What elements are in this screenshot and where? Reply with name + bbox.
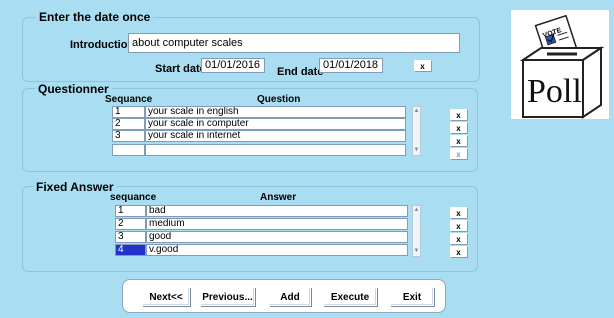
question-row-4-seq[interactable] (112, 144, 145, 156)
answer-row-2-seq[interactable]: 2 (115, 218, 146, 230)
question-row-4-text[interactable] (145, 144, 406, 156)
start-date-label: Start date (155, 63, 206, 75)
previous-button[interactable]: Previous... (200, 287, 255, 306)
question-row-3-seq[interactable]: 3 (112, 130, 145, 142)
answer-row-4-text[interactable]: v.good (146, 244, 408, 256)
answer-row-4-seq[interactable]: 4 (115, 244, 146, 256)
date-section-title: Enter the date once (36, 10, 154, 24)
delete-answer-3-button[interactable]: x (450, 233, 467, 244)
end-date-input[interactable]: 01/01/2018 (319, 58, 383, 73)
next-button[interactable]: Next<< (142, 287, 190, 306)
introduction-label: Introduction (70, 39, 135, 51)
question-row-1-text[interactable]: your scale in english (145, 106, 406, 118)
delete-answer-4-button[interactable]: x (450, 246, 467, 257)
answer-row-3-seq[interactable]: 3 (115, 231, 146, 243)
delete-answer-1-button[interactable]: x (450, 207, 467, 218)
question-header: Question (257, 94, 301, 105)
exit-button[interactable]: Exit (390, 287, 434, 306)
delete-question-1-button[interactable]: x (450, 109, 467, 120)
delete-answer-2-button[interactable]: x (450, 220, 467, 231)
answer-header: Answer (260, 192, 297, 203)
question-sequence-header: Sequance (105, 94, 153, 105)
execute-button[interactable]: Execute (323, 287, 377, 306)
answer-sequence-header: sequance (110, 192, 157, 203)
delete-question-2-button[interactable]: x (450, 122, 467, 133)
fixed-answer-title: Fixed Answer (33, 180, 117, 194)
add-button[interactable]: Add (269, 287, 311, 306)
question-row-2-text[interactable]: your scale in computer (145, 118, 406, 130)
ballot-box-icon: VOTE Poll (519, 14, 605, 119)
answer-row-1-seq[interactable]: 1 (115, 205, 146, 217)
clear-dates-button[interactable]: x (414, 60, 431, 71)
question-row-3-text[interactable]: your scale in internet (145, 130, 406, 142)
answer-row-1-text[interactable]: bad (146, 205, 408, 217)
poll-text: Poll (527, 73, 582, 110)
answer-row-3-text[interactable]: good (146, 231, 408, 243)
question-row-1-seq[interactable]: 1 (112, 106, 145, 118)
delete-question-4-button[interactable]: x (450, 148, 467, 159)
question-scrollbar[interactable]: ▲ ▼ (412, 106, 421, 156)
questionner-title: Questionner (35, 82, 112, 96)
poll-image: VOTE Poll (511, 10, 609, 119)
start-date-input[interactable]: 01/01/2016 (201, 58, 265, 73)
scroll-up-icon[interactable]: ▲ (413, 108, 420, 115)
scroll-down-icon[interactable]: ▼ (413, 248, 420, 255)
introduction-input[interactable]: about computer scales (128, 33, 460, 53)
scroll-down-icon[interactable]: ▼ (413, 147, 420, 154)
scroll-up-icon[interactable]: ▲ (413, 207, 420, 214)
delete-question-3-button[interactable]: x (450, 135, 467, 146)
answer-scrollbar[interactable]: ▲ ▼ (412, 205, 421, 257)
button-bar: Next<< Previous... Add Execute Exit (122, 279, 446, 313)
question-row-2-seq[interactable]: 2 (112, 118, 145, 130)
answer-row-2-text[interactable]: medium (146, 218, 408, 230)
end-date-label: End date (277, 66, 324, 78)
